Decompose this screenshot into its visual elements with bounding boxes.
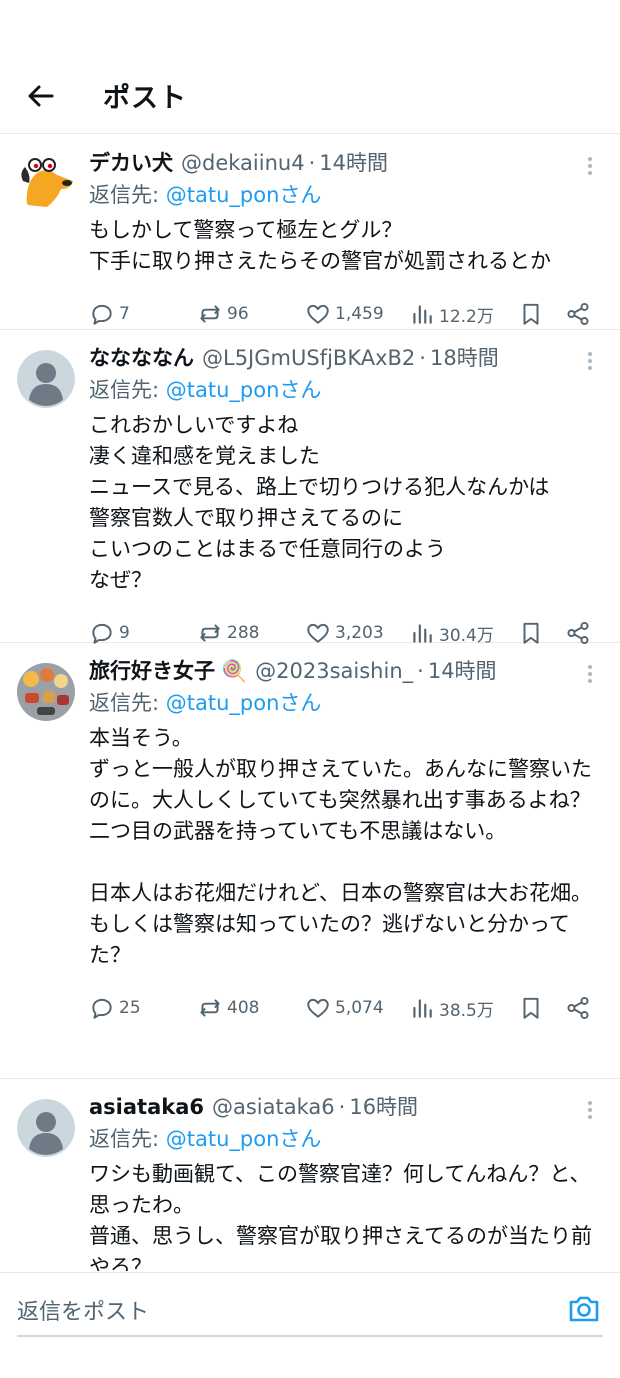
heart-icon — [307, 304, 329, 324]
reply-to-link[interactable]: @tatu_ponさん — [166, 1127, 322, 1151]
reply-count: 25 — [119, 998, 141, 1018]
reply-count: 7 — [119, 304, 130, 324]
like-count: 5,074 — [335, 998, 384, 1018]
author-name[interactable]: ななななん — [89, 342, 194, 374]
views-chart-icon — [413, 305, 432, 324]
tweet-4[interactable]: asiataka6 @asiataka6 · 16時間 返信先: @tatu_p… — [0, 1079, 620, 1271]
default-person-icon — [17, 350, 75, 408]
top-bar: ポスト — [0, 0, 620, 134]
repost-button[interactable]: 408 — [197, 995, 259, 1021]
share-button[interactable] — [565, 995, 591, 1021]
views-chart-icon — [413, 999, 432, 1018]
separator-dot: · — [417, 659, 424, 683]
reply-prefix: 返信先: — [89, 183, 160, 207]
reply-to-link[interactable]: @tatu_ponさん — [166, 378, 322, 402]
back-arrow-icon — [28, 85, 54, 107]
repost-icon — [200, 305, 220, 323]
reply-composer: 返信をポスト — [0, 1272, 620, 1378]
more-options-button[interactable] — [580, 661, 600, 687]
views-button[interactable]: 12.2万 — [409, 301, 494, 327]
author-handle[interactable]: @asiataka6 — [212, 1091, 335, 1123]
yellow-dog-avatar-icon — [17, 153, 75, 211]
camera-button[interactable] — [567, 1293, 601, 1325]
like-count: 3,203 — [335, 623, 384, 643]
food-photo-avatar-icon — [17, 663, 75, 721]
author-handle[interactable]: @L5JGmUSfjBKAxB2 — [202, 342, 415, 374]
repost-icon — [200, 999, 220, 1017]
more-options-button[interactable] — [580, 348, 600, 374]
reply-context: 返信先: @tatu_ponさん — [89, 179, 600, 211]
tweet-1[interactable]: デカい犬 @dekaiinu4 · 14時間 返信先: @tatu_ponさん … — [0, 135, 620, 330]
author-name[interactable]: 旅行好き女子 — [89, 655, 215, 687]
input-underline — [17, 1335, 603, 1337]
reply-context: 返信先: @tatu_ponさん — [89, 687, 600, 719]
author-handle[interactable]: @2023saishin_ — [255, 655, 413, 687]
tweet-text: これおかしいですよね 凄く違和感を覚えました ニュースで見る、路上で切りつける犯… — [89, 413, 550, 592]
reply-count: 9 — [119, 623, 130, 643]
avatar-food[interactable] — [17, 663, 75, 721]
tweet-text: ワシも動画観て、この警察官達？何してんねん？と、思ったわ。 普通、思うし、警察官… — [89, 1162, 592, 1271]
reply-input[interactable]: 返信をポスト — [17, 1294, 149, 1326]
view-count: 38.5万 — [439, 1000, 494, 1021]
author-name[interactable]: asiataka6 — [89, 1091, 204, 1123]
action-bar: 7 96 1,459 12.2万 — [89, 297, 600, 331]
reply-prefix: 返信先: — [89, 1127, 160, 1151]
back-button[interactable] — [22, 78, 58, 114]
bookmark-button[interactable] — [518, 995, 544, 1021]
more-options-button[interactable] — [580, 1097, 600, 1123]
like-button[interactable]: 5,074 — [305, 995, 384, 1021]
like-button[interactable]: 1,459 — [305, 301, 384, 327]
view-count: 30.4万 — [439, 625, 494, 646]
repost-count: 288 — [227, 623, 260, 643]
reply-icon — [92, 998, 112, 1019]
reply-prefix: 返信先: — [89, 378, 160, 402]
tweet-3[interactable]: 旅行好き女子 🍭 @2023saishin_ · 14時間 返信先: @tatu… — [0, 643, 620, 1079]
reply-prefix: 返信先: — [89, 691, 160, 715]
reply-context: 返信先: @tatu_ponさん — [89, 374, 600, 406]
timestamp[interactable]: 14時間 — [428, 655, 497, 687]
tweet-text: 本当そう。 ずっと一般人が取り押さえていた。あんなに警察いたのに。大人しくしてい… — [89, 726, 592, 967]
share-icon — [567, 996, 589, 1020]
reply-to-link[interactable]: @tatu_ponさん — [166, 183, 322, 207]
tweet-2[interactable]: ななななん @L5JGmUSfjBKAxB2 · 18時間 返信先: @tatu… — [0, 330, 620, 646]
share-icon — [567, 302, 589, 326]
author-name[interactable]: デカい犬 — [89, 147, 173, 179]
more-options-button[interactable] — [580, 153, 600, 179]
views-button[interactable]: 38.5万 — [409, 995, 494, 1021]
repost-button[interactable]: 96 — [197, 301, 249, 327]
reply-icon — [92, 304, 112, 325]
bookmark-icon — [523, 997, 539, 1019]
share-button[interactable] — [565, 301, 591, 327]
reply-context: 返信先: @tatu_ponさん — [89, 1123, 600, 1155]
avatar-default[interactable] — [17, 1099, 75, 1157]
timestamp[interactable]: 18時間 — [430, 342, 499, 374]
avatar-dog[interactable] — [17, 153, 75, 211]
separator-dot: · — [308, 151, 316, 175]
bookmark-icon — [523, 303, 539, 325]
bookmark-button[interactable] — [518, 301, 544, 327]
repost-count: 96 — [227, 304, 249, 324]
view-count: 12.2万 — [439, 306, 494, 327]
reply-button[interactable]: 7 — [89, 301, 130, 327]
reply-feed[interactable]: デカい犬 @dekaiinu4 · 14時間 返信先: @tatu_ponさん … — [0, 135, 620, 1271]
repost-count: 408 — [227, 998, 260, 1018]
reply-button[interactable]: 25 — [89, 995, 141, 1021]
default-person-icon — [17, 1099, 75, 1157]
page-title: ポスト — [103, 83, 187, 114]
author-handle[interactable]: @dekaiinu4 — [181, 147, 305, 179]
camera-icon — [569, 1296, 599, 1322]
separator-dot: · — [419, 346, 426, 370]
timestamp[interactable]: 14時間 — [319, 147, 388, 179]
timestamp[interactable]: 16時間 — [349, 1091, 418, 1123]
separator-dot: · — [338, 1095, 346, 1119]
avatar-default[interactable] — [17, 350, 75, 408]
action-bar: 25 408 5,074 38.5万 — [89, 991, 600, 1025]
lollipop-emoji-icon: 🍭 — [221, 659, 248, 683]
heart-icon — [307, 998, 329, 1018]
reply-to-link[interactable]: @tatu_ponさん — [166, 691, 322, 715]
like-count: 1,459 — [335, 304, 384, 324]
tweet-text: もしかして警察って極左とグル？ 下手に取り押さえたらその警官が処罰されるとか — [89, 218, 551, 273]
